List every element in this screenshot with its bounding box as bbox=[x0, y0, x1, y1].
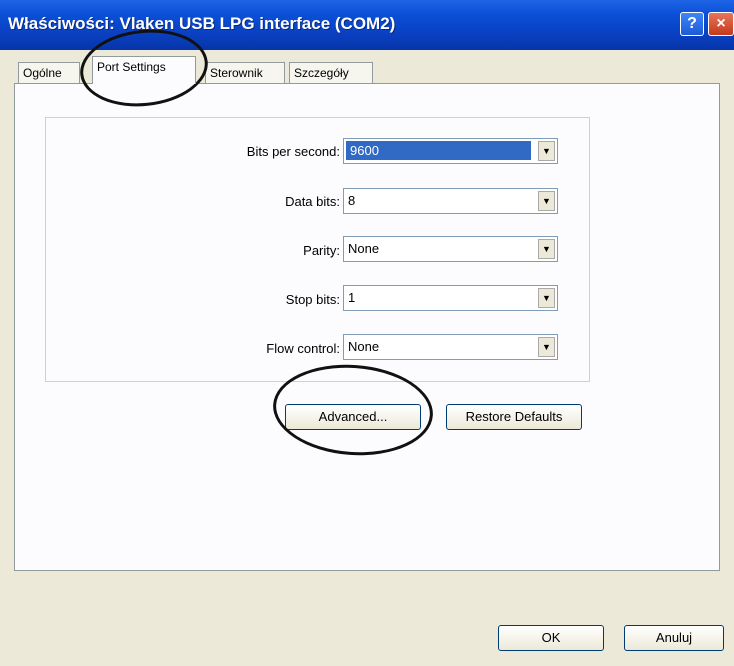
parity-value: None bbox=[348, 241, 380, 256]
tab-port-settings[interactable]: Port Settings bbox=[92, 56, 196, 84]
help-icon[interactable]: ? bbox=[680, 12, 704, 36]
stop-bits-label: Stop bits: bbox=[285, 292, 340, 307]
bits-per-second-value: 9600 bbox=[346, 141, 531, 160]
data-bits-value: 8 bbox=[348, 193, 356, 208]
flow-control-value: None bbox=[348, 339, 380, 354]
chevron-down-icon[interactable]: ▼ bbox=[538, 141, 555, 161]
cancel-button[interactable]: Anuluj bbox=[624, 625, 724, 651]
flow-control-label: Flow control: bbox=[266, 341, 340, 356]
parity-label: Parity: bbox=[303, 243, 340, 258]
flow-control-select[interactable]: None ▼ bbox=[343, 334, 558, 360]
chevron-down-icon[interactable]: ▼ bbox=[538, 337, 555, 357]
parity-select[interactable]: None ▼ bbox=[343, 236, 558, 262]
data-bits-label: Data bits: bbox=[285, 194, 340, 209]
window-title: Właściwości: Vlaken USB LPG interface (C… bbox=[8, 14, 396, 33]
bits-per-second-label: Bits per second: bbox=[246, 144, 340, 159]
chevron-down-icon[interactable]: ▼ bbox=[538, 191, 555, 211]
chevron-down-icon[interactable]: ▼ bbox=[538, 288, 555, 308]
tab-general[interactable]: Ogólne bbox=[18, 62, 80, 84]
close-icon[interactable]: × bbox=[708, 12, 734, 36]
tab-details[interactable]: Szczegóły bbox=[289, 62, 373, 84]
tab-driver[interactable]: Sterownik bbox=[205, 62, 285, 84]
ok-button[interactable]: OK bbox=[498, 625, 604, 651]
chevron-down-icon[interactable]: ▼ bbox=[538, 239, 555, 259]
properties-dialog: Właściwości: Vlaken USB LPG interface (C… bbox=[0, 0, 734, 666]
stop-bits-value: 1 bbox=[348, 290, 356, 305]
restore-defaults-button[interactable]: Restore Defaults bbox=[446, 404, 582, 430]
bits-per-second-select[interactable]: 9600 ▼ bbox=[343, 138, 558, 164]
data-bits-select[interactable]: 8 ▼ bbox=[343, 188, 558, 214]
stop-bits-select[interactable]: 1 ▼ bbox=[343, 285, 558, 311]
